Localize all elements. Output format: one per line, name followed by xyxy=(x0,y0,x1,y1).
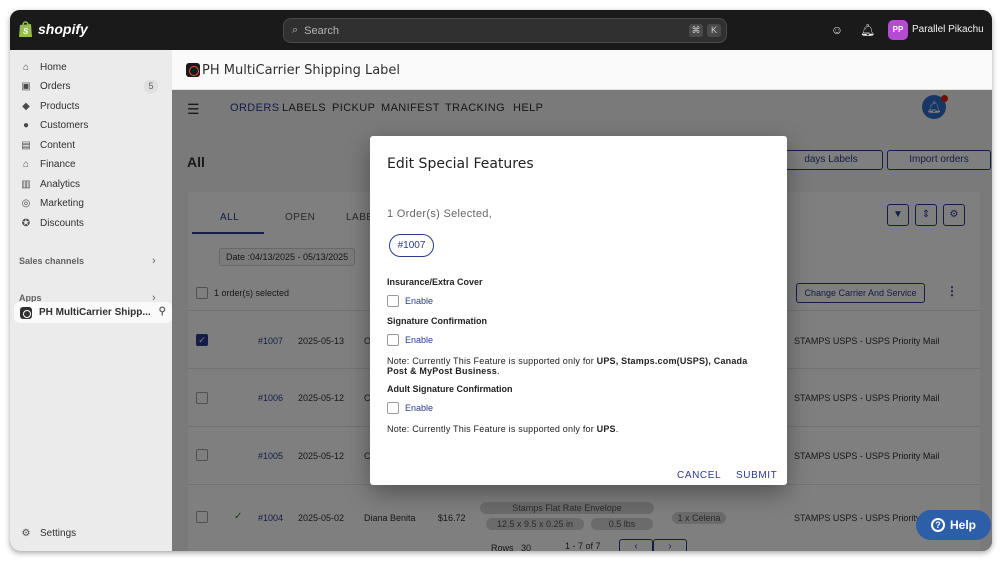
selected-orders-text: 1 Order(s) Selected, xyxy=(387,208,493,220)
dialog-title: Edit Special Features xyxy=(387,156,534,172)
note-text: Note: Currently This Feature is supporte… xyxy=(387,424,597,434)
sidebar-item-finance[interactable]: ⌂ Finance xyxy=(14,155,164,174)
sidebar-item-label: Marketing xyxy=(40,198,84,209)
avatar[interactable]: PP xyxy=(888,20,908,40)
shopify-bag-icon: S xyxy=(19,21,32,37)
shopify-logo[interactable]: S shopify xyxy=(18,20,88,38)
help-label: Help xyxy=(949,518,976,532)
orders-icon: ▣ xyxy=(21,80,31,92)
sidebar-item-products[interactable]: ◆ Products xyxy=(14,97,164,116)
sidebar-item-customers[interactable]: ● Customers xyxy=(14,116,164,135)
sidebar-item-label: Content xyxy=(40,140,76,151)
signature-note: Note: Currently This Feature is supporte… xyxy=(387,356,767,376)
user-name[interactable]: Parallel Pikachu xyxy=(912,24,984,35)
note-suffix: . xyxy=(615,424,619,434)
note-text: Note: Currently This Feature is supporte… xyxy=(387,356,597,366)
sidebar-item-orders[interactable]: ▣ Orders 5 xyxy=(14,77,164,96)
help-question-icon: ? xyxy=(930,518,945,532)
chart-icon: ▥ xyxy=(21,178,31,190)
sidebar-item-ph-multicarrier[interactable]: PH MultiCarrier Shipp... ⚲ xyxy=(14,302,172,323)
note-suffix: . xyxy=(496,366,500,376)
sidebar-item-content[interactable]: ▤ Content xyxy=(14,136,164,155)
brand-text: shopify xyxy=(38,21,88,37)
sidebar-item-label: Orders xyxy=(40,81,71,92)
checkbox-label[interactable]: Enable xyxy=(405,296,433,306)
checkbox-box[interactable] xyxy=(387,334,399,346)
app-header: PH MultiCarrier Shipping Label xyxy=(172,50,992,90)
adult-signature-enable-checkbox[interactable]: Enable xyxy=(387,402,433,414)
svg-text:S: S xyxy=(23,27,29,36)
kbd-k: K xyxy=(707,24,721,37)
order-chip[interactable]: #1007 xyxy=(389,234,434,257)
app-logo-icon xyxy=(186,63,200,77)
insurance-title: Insurance/Extra Cover xyxy=(387,277,483,287)
help-button[interactable]: ? Help xyxy=(916,510,991,540)
top-bar: S shopify ⌕ Search ⌘ K ☺ 🔔︎ PP Parallel … xyxy=(10,10,992,50)
sidebar-item-label: PH MultiCarrier Shipp... xyxy=(39,307,151,318)
sidebar-item-label: Products xyxy=(40,101,80,112)
app-title: PH MultiCarrier Shipping Label xyxy=(202,63,401,78)
search-placeholder: Search xyxy=(304,24,340,37)
tag-icon: ◆ xyxy=(22,100,30,112)
kbd-cmd: ⌘ xyxy=(689,24,703,37)
search-bar[interactable]: ⌕ Search ⌘ K xyxy=(283,18,727,43)
insurance-enable-checkbox[interactable]: Enable xyxy=(387,295,433,307)
target-icon: ◎ xyxy=(21,197,31,209)
checkbox-box[interactable] xyxy=(387,402,399,414)
sidebar-item-settings[interactable]: ⚙ Settings xyxy=(14,524,164,543)
sidebar-item-discounts[interactable]: ✪ Discounts xyxy=(14,214,164,233)
person-icon: ● xyxy=(22,119,30,131)
content-icon: ▤ xyxy=(21,139,31,151)
bell-icon[interactable]: 🔔︎ xyxy=(860,23,875,37)
checkbox-label[interactable]: Enable xyxy=(405,335,433,345)
adult-signature-title: Adult Signature Confirmation xyxy=(387,384,513,394)
note-carriers: UPS xyxy=(596,424,616,434)
gear-icon: ⚙ xyxy=(21,527,31,539)
sales-channels-label[interactable]: Sales channels xyxy=(19,256,84,266)
sidebar-item-home[interactable]: ⌂ Home xyxy=(14,58,164,77)
chevron-right-icon[interactable]: › xyxy=(152,255,156,267)
search-icon: ⌕ xyxy=(292,24,299,36)
bank-icon: ⌂ xyxy=(22,158,30,170)
pin-icon[interactable]: ⚲ xyxy=(159,306,166,317)
checkbox-box[interactable] xyxy=(387,295,399,307)
app-logo-icon xyxy=(20,306,32,319)
sidebar-item-label: Finance xyxy=(40,159,76,170)
checkbox-label[interactable]: Enable xyxy=(405,403,433,413)
sidebar: ⌂ Home ▣ Orders 5 ◆ Products ● Customers ▤ Con… xyxy=(10,50,172,551)
orders-count-badge: 5 xyxy=(144,80,158,93)
assistant-icon[interactable]: ☺ xyxy=(830,23,844,37)
signature-enable-checkbox[interactable]: Enable xyxy=(387,334,433,346)
signature-title: Signature Confirmation xyxy=(387,316,488,326)
sidebar-item-analytics[interactable]: ▥ Analytics xyxy=(14,175,164,194)
sidebar-item-label: Discounts xyxy=(40,218,84,229)
adult-signature-note: Note: Currently This Feature is supporte… xyxy=(387,424,767,434)
sidebar-item-label: Analytics xyxy=(40,179,81,190)
sidebar-item-label: Customers xyxy=(40,120,89,131)
sidebar-item-label: Home xyxy=(40,62,67,73)
cancel-button[interactable]: CANCEL xyxy=(677,470,721,481)
discount-icon: ✪ xyxy=(21,217,31,229)
sidebar-item-marketing[interactable]: ◎ Marketing xyxy=(14,194,164,213)
home-icon: ⌂ xyxy=(22,61,30,73)
edit-special-features-dialog: Edit Special Features 1 Order(s) Selecte… xyxy=(370,136,787,485)
sidebar-item-label: Settings xyxy=(40,528,77,539)
submit-button[interactable]: SUBMIT xyxy=(736,470,777,481)
